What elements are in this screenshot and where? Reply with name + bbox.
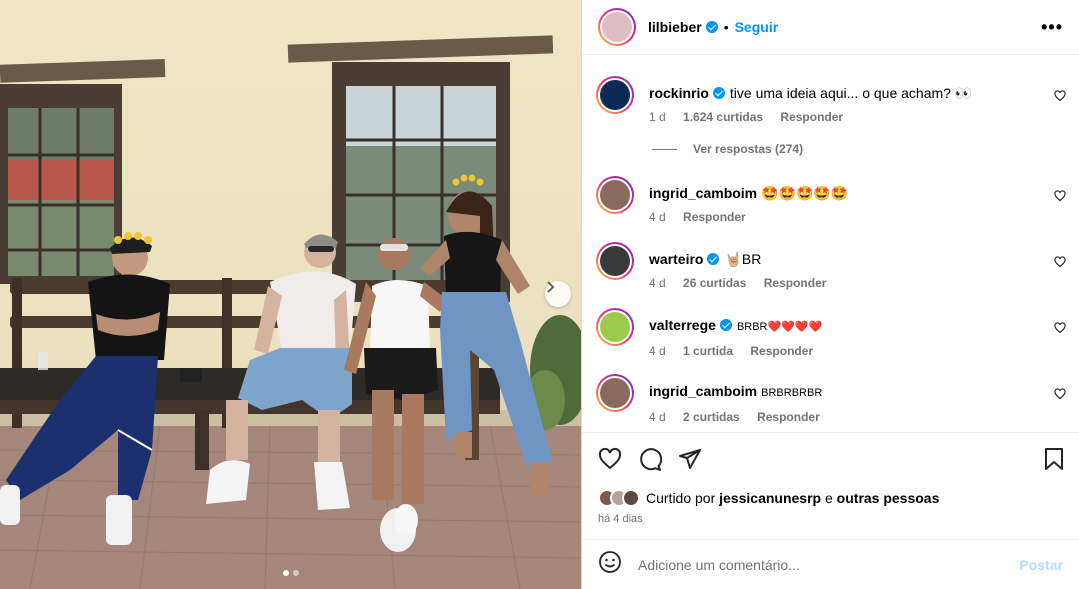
comment-text: BRBRBRBR <box>761 387 823 399</box>
comment-age: 1 d <box>649 110 666 124</box>
like-comment-heart-icon[interactable] <box>1054 322 1066 334</box>
comment-like-count[interactable]: 1.624 curtidas <box>683 110 763 124</box>
like-button[interactable] <box>598 447 622 476</box>
slide-dot-active <box>283 570 289 576</box>
comment-input[interactable] <box>638 556 1012 573</box>
reply-button[interactable]: Responder <box>780 110 843 124</box>
comment-item: rockinrio tive uma ideia aqui... o que ac… <box>596 76 1066 136</box>
photo-scene <box>0 35 581 589</box>
liked-by-others[interactable]: outras pessoas <box>837 490 940 506</box>
liked-by-conj: e <box>824 490 833 506</box>
post-timestamp[interactable]: há 4 dias <box>598 513 643 525</box>
follow-button[interactable]: Seguir <box>735 19 779 35</box>
liked-by-prefix: Curtido por <box>646 490 716 506</box>
comment-avatar[interactable] <box>596 374 634 412</box>
more-options-button[interactable]: ••• <box>1041 17 1063 38</box>
comment-username[interactable]: ingrid_camboim <box>649 383 757 399</box>
heart-icon <box>598 447 622 470</box>
comments-list[interactable]: rockinrio tive uma ideia aqui... o que ac… <box>582 56 1079 432</box>
verified-badge-icon <box>712 87 725 99</box>
separator-dot: • <box>723 19 729 35</box>
verified-badge-icon <box>705 21 718 33</box>
comment-bubble-icon <box>640 448 663 471</box>
smiley-icon <box>599 551 621 573</box>
chevron-right-icon <box>547 281 555 293</box>
comment-item: valterrege BRBR❤️❤️❤️❤️ 4 d 1 curtida Res… <box>596 308 1066 364</box>
comment-age: 4 d <box>649 276 666 290</box>
share-button[interactable] <box>678 447 702 476</box>
comment-username[interactable]: valterrege <box>649 317 716 333</box>
comment-like-count[interactable]: 2 curtidas <box>683 410 740 424</box>
save-button[interactable] <box>1043 447 1065 476</box>
comment-text: 🤩🤩🤩🤩🤩 <box>761 185 849 201</box>
slide-indicator <box>283 570 299 576</box>
comment-age: 4 d <box>649 410 666 424</box>
next-slide-button[interactable] <box>545 281 571 307</box>
liked-by-user[interactable]: jessicanunesrp <box>719 490 821 506</box>
comment-item: ingrid_camboim BRBRBRBR 4 d 2 curtidas Re… <box>596 374 1066 430</box>
post-details-panel: lilbieber • Seguir ••• rockinrio tive uma… <box>581 0 1079 589</box>
reply-button[interactable]: Responder <box>750 344 813 358</box>
comment-username[interactable]: rockinrio <box>649 85 709 101</box>
emoji-button[interactable] <box>598 550 622 579</box>
like-comment-heart-icon[interactable] <box>1054 190 1066 202</box>
comment-avatar[interactable] <box>596 176 634 214</box>
post-photo[interactable] <box>0 0 581 589</box>
post-actions: Curtido por jessicanunesrp e outras pess… <box>582 432 1079 539</box>
comment-like-count[interactable]: 1 curtida <box>683 344 733 358</box>
comment-button[interactable] <box>638 447 663 476</box>
comment-like-count[interactable]: 26 curtidas <box>683 276 746 290</box>
post-header: lilbieber • Seguir ••• <box>582 0 1079 55</box>
likes-summary: Curtido por jessicanunesrp e outras pess… <box>598 489 939 507</box>
view-replies-button[interactable]: Ver respostas (274) <box>652 142 803 156</box>
slide-dot <box>293 570 299 576</box>
comment-username[interactable]: ingrid_camboim <box>649 185 757 201</box>
like-comment-heart-icon[interactable] <box>1054 256 1066 268</box>
like-comment-heart-icon[interactable] <box>1054 388 1066 400</box>
liker-avatars <box>598 489 640 507</box>
reply-button[interactable]: Responder <box>683 210 746 224</box>
comment-username[interactable]: warteiro <box>649 251 703 267</box>
like-comment-heart-icon[interactable] <box>1054 90 1066 102</box>
comment-avatar[interactable] <box>596 242 634 280</box>
verified-badge-icon <box>719 319 732 331</box>
comment-item: ingrid_camboim 🤩🤩🤩🤩🤩 4 d Responder <box>596 176 1066 232</box>
liker-avatar <box>622 489 640 507</box>
comment-item: warteiro 🤘🏼BR 4 d 26 curtidas Responder <box>596 242 1066 298</box>
author-username[interactable]: lilbieber <box>648 19 702 35</box>
comment-text: BRBR❤️❤️❤️❤️ <box>736 321 823 333</box>
bookmark-icon <box>1045 448 1063 470</box>
comment-text: 🤘🏼BR <box>724 251 762 267</box>
reply-button[interactable]: Responder <box>764 276 827 290</box>
paper-plane-icon <box>679 449 701 469</box>
comment-avatar[interactable] <box>596 308 634 346</box>
comment-age: 4 d <box>649 210 666 224</box>
verified-badge-icon <box>707 253 720 265</box>
post-comment-button[interactable]: Postar <box>1019 557 1063 573</box>
add-comment-bar: Postar <box>582 539 1079 589</box>
author-avatar[interactable] <box>598 8 636 46</box>
comment-avatar[interactable] <box>596 76 634 114</box>
comment-age: 4 d <box>649 344 666 358</box>
comment-text: tive uma ideia aqui... o que acham? 👀 <box>729 85 973 101</box>
reply-button[interactable]: Responder <box>757 410 820 424</box>
